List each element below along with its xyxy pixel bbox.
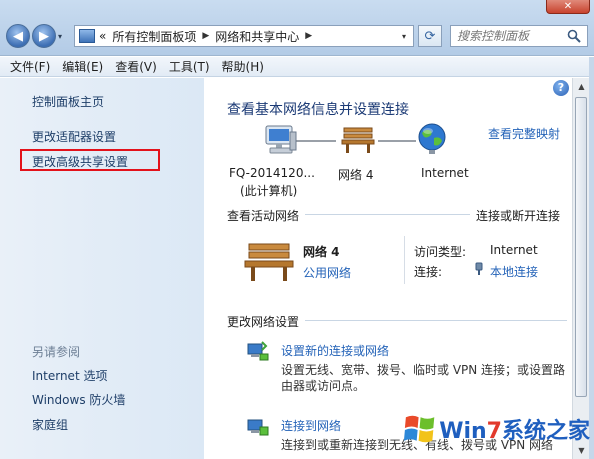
watermark-prefix: Win <box>439 419 487 444</box>
change-settings-heading: 更改网络设置 <box>227 315 300 329</box>
breadcrumb-separator[interactable]: ▶ <box>202 31 209 41</box>
help-icon[interactable]: ? <box>553 80 569 96</box>
access-type-label: 访问类型: <box>414 245 467 259</box>
back-button[interactable]: ◀ <box>6 24 30 48</box>
divider <box>305 214 470 215</box>
search-box[interactable] <box>450 25 588 47</box>
computer-icon[interactable] <box>264 124 298 156</box>
sidebar-homegroup-link[interactable]: 家庭组 <box>32 416 68 433</box>
page-title: 查看基本网络信息并设置连接 <box>227 102 409 118</box>
menu-help[interactable]: 帮助(H) <box>216 58 270 75</box>
sidebar-internet-options-link[interactable]: Internet 选项 <box>32 367 107 384</box>
map-connector <box>378 140 416 142</box>
menu-edit[interactable]: 编辑(E) <box>56 58 109 75</box>
forward-button[interactable]: ▶ <box>32 24 56 48</box>
sidebar-adapter-settings-link[interactable]: 更改适配器设置 <box>32 128 116 145</box>
menu-view[interactable]: 查看(V) <box>109 58 163 75</box>
breadcrumb-network-center[interactable]: 网络和共享中心 <box>215 28 299 45</box>
view-full-map-link[interactable]: 查看完整映射 <box>488 125 560 142</box>
vertical-scrollbar[interactable]: ▲ ▼ <box>572 78 589 459</box>
map-computer-sublabel: (此计算机) <box>240 184 298 198</box>
map-computer-label: FQ-2014120... <box>229 166 315 180</box>
menu-file[interactable]: 文件(F) <box>4 58 56 75</box>
scroll-up-button[interactable]: ▲ <box>573 78 590 95</box>
network-type-link[interactable]: 公用网络 <box>303 264 351 281</box>
refresh-icon: ⟳ <box>424 28 436 44</box>
see-also-heading: 另请参阅 <box>32 345 81 359</box>
network-bench-icon[interactable] <box>340 124 376 154</box>
new-connection-icon <box>247 341 269 361</box>
active-networks-heading: 查看活动网络 <box>227 209 300 223</box>
breadcrumb-separator[interactable]: ▶ <box>305 31 312 41</box>
sidebar: 控制面板主页 更改适配器设置 更改高级共享设置 另请参阅 Internet 选项… <box>0 78 204 459</box>
network-bench-icon <box>244 243 294 281</box>
breadcrumb-all-control-panel[interactable]: 所有控制面板项 <box>112 28 196 45</box>
map-connector <box>296 140 336 142</box>
connect-network-icon <box>247 419 269 436</box>
search-input[interactable] <box>451 29 567 43</box>
watermark: Win7系统之家 <box>400 404 590 454</box>
network-map <box>228 118 478 162</box>
address-dropdown[interactable]: ▾ <box>395 32 413 41</box>
setup-new-connection-desc: 设置无线、宽带、拨号、临时或 VPN 连接；或设置路由器或访问点。 <box>281 363 566 393</box>
watermark-seven: 7 <box>486 419 502 444</box>
nav-buttons: ◀ ▶ ▾ <box>6 24 68 48</box>
network-name: 网络 4 <box>303 245 340 259</box>
address-bar[interactable]: « 所有控制面板项 ▶ 网络和共享中心 ▶ ▾ <box>74 25 414 47</box>
connections-label: 连接: <box>414 265 443 279</box>
window-border <box>589 57 594 459</box>
highlight-box <box>20 149 160 171</box>
setup-new-connection-link[interactable]: 设置新的连接或网络 <box>281 342 389 359</box>
divider <box>305 320 567 321</box>
sidebar-firewall-link[interactable]: Windows 防火墙 <box>32 391 125 408</box>
access-type-value: Internet <box>490 243 538 257</box>
breadcrumb-overflow[interactable]: « <box>99 29 106 43</box>
local-connection-link[interactable]: 本地连接 <box>490 263 538 280</box>
map-network-label: 网络 4 <box>338 168 374 182</box>
title-bar: ✕ ◀ ▶ ▾ « 所有控制面板项 ▶ 网络和共享中心 ▶ ▾ ⟳ <box>0 0 594 56</box>
watermark-text: Win7系统之家 <box>439 413 590 445</box>
scroll-thumb[interactable] <box>575 97 587 397</box>
connect-disconnect-link[interactable]: 连接或断开连接 <box>476 207 560 224</box>
windows-logo-icon <box>403 415 435 443</box>
connect-to-network-link[interactable]: 连接到网络 <box>281 417 341 434</box>
watermark-suffix: 系统之家 <box>501 419 590 444</box>
refresh-button[interactable]: ⟳ <box>418 25 442 47</box>
menu-bar: 文件(F) 编辑(E) 查看(V) 工具(T) 帮助(H) <box>0 57 594 77</box>
map-internet-label: Internet <box>421 166 469 180</box>
sidebar-home-link[interactable]: 控制面板主页 <box>32 93 104 110</box>
recent-pages-dropdown[interactable]: ▾ <box>58 32 68 41</box>
network-plug-icon <box>475 262 483 275</box>
close-button[interactable]: ✕ <box>546 0 590 14</box>
search-icon[interactable] <box>567 29 581 43</box>
control-panel-icon <box>79 29 95 43</box>
menu-tools[interactable]: 工具(T) <box>163 58 216 75</box>
divider <box>404 236 405 284</box>
window-controls: ✕ <box>546 0 590 14</box>
internet-globe-icon[interactable] <box>416 122 448 156</box>
